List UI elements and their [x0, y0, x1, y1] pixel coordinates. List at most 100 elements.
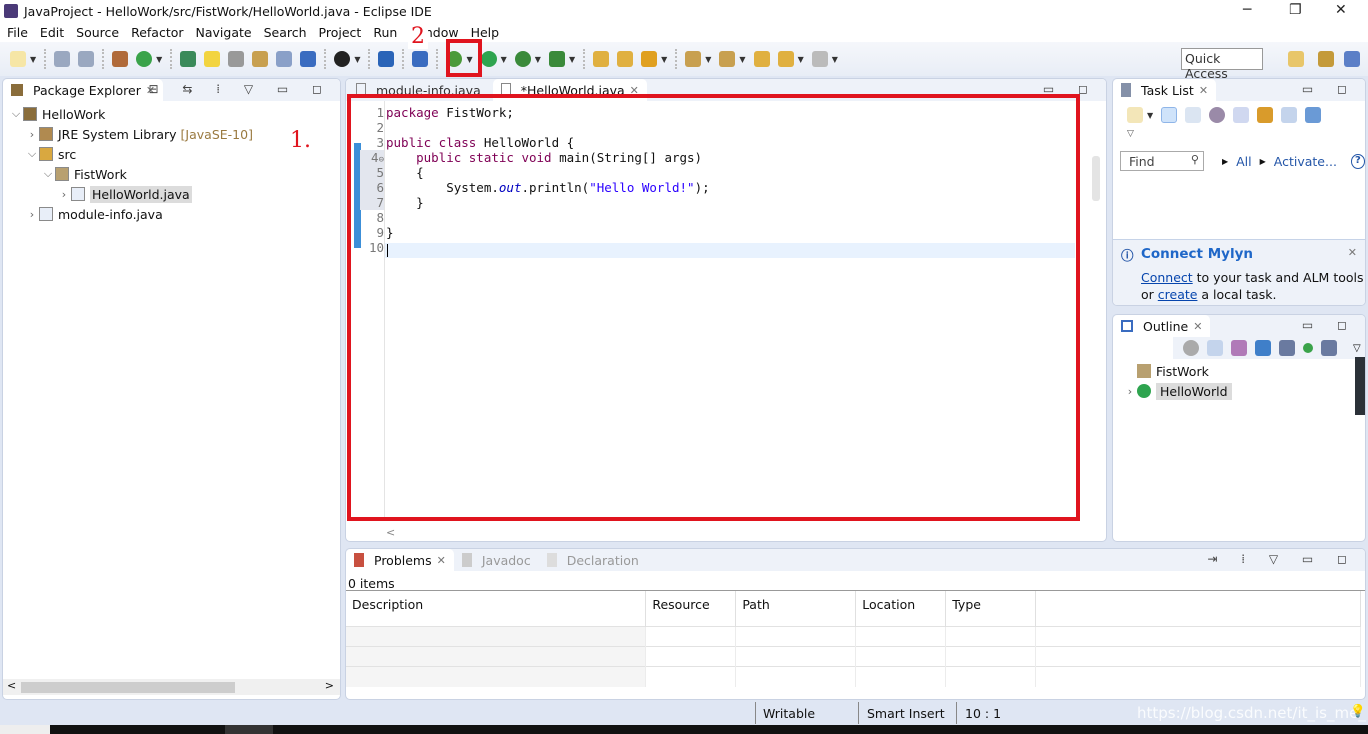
external-tools-icon[interactable]	[548, 51, 565, 67]
synchronize-icon[interactable]	[1305, 107, 1322, 123]
close-banner-icon[interactable]: ✕	[1348, 246, 1357, 259]
launch-icon[interactable]	[641, 51, 658, 67]
new-package-icon[interactable]	[112, 51, 129, 67]
tab-javadoc[interactable]: Javadoc	[454, 549, 539, 571]
coverage-icon[interactable]	[514, 51, 531, 67]
tab-declaration[interactable]: Declaration	[539, 549, 647, 571]
java-ee-perspective-icon[interactable]	[1318, 51, 1334, 67]
close-icon[interactable]: ✕	[437, 554, 446, 567]
view-menu-icon[interactable]: ▽	[1113, 129, 1365, 149]
tab-task-list[interactable]: Task List ✕	[1113, 79, 1217, 101]
tree-item[interactable]: ⌵ HelloWork	[9, 104, 340, 124]
outline-item[interactable]: › HelloWorld	[1123, 381, 1365, 401]
dropdown-arrow-icon[interactable]: ▼	[501, 55, 507, 64]
column-header[interactable]: Description	[346, 591, 647, 627]
focus-icon[interactable]	[1209, 107, 1226, 123]
toggle-breadcrumb-icon[interactable]	[228, 51, 245, 67]
tab-problems[interactable]: Problems ✕	[346, 549, 454, 571]
tab-outline[interactable]: Outline ✕	[1113, 315, 1211, 337]
horizontal-scrollbar[interactable]: < >	[3, 679, 340, 695]
column-header[interactable]: Location	[855, 591, 947, 627]
collapse-all-icon[interactable]	[1281, 107, 1298, 123]
pilcrow-icon[interactable]	[300, 51, 317, 67]
chevron-down-icon[interactable]: ⌵	[9, 107, 23, 121]
hide-non-public-icon[interactable]	[1303, 343, 1313, 353]
overview-scrollbar[interactable]	[1355, 357, 1365, 415]
new-class-icon[interactable]	[136, 51, 153, 67]
chevron-down-icon[interactable]: ⌵	[25, 147, 39, 161]
next-annotation-icon[interactable]	[252, 51, 269, 67]
tree-item[interactable]: › HelloWorld.java	[9, 184, 340, 204]
menu-run[interactable]: Run	[373, 25, 397, 40]
save-icon[interactable]	[54, 51, 71, 67]
view-menu-icon[interactable]: ▽	[1353, 343, 1361, 354]
prev-edit-icon[interactable]	[719, 51, 736, 67]
activate-task-link[interactable]: Activate...	[1274, 154, 1337, 169]
dropdown-arrow-icon[interactable]: ▼	[798, 55, 804, 64]
find-task-input[interactable]: Find ⚲	[1120, 151, 1204, 171]
column-header[interactable]	[1035, 591, 1361, 627]
dropdown-arrow-icon[interactable]: ▼	[354, 55, 360, 64]
run-icon[interactable]	[480, 51, 497, 67]
hide-local-types-icon[interactable]	[1321, 340, 1337, 356]
dropdown-arrow-icon[interactable]: ▼	[739, 55, 745, 64]
categorized-icon[interactable]	[1161, 107, 1178, 123]
close-icon[interactable]: ✕	[1193, 320, 1202, 333]
toggle-mark-occurrences-icon[interactable]	[204, 51, 221, 67]
column-header[interactable]: Resource	[645, 591, 737, 627]
dropdown-arrow-icon[interactable]: ▼	[661, 55, 667, 64]
view-controls[interactable]: ⊟ ⇆ ⁞ ▽ ▭ ◻	[148, 82, 332, 96]
chevron-right-icon[interactable]: ›	[25, 128, 39, 141]
show-whitespace-icon[interactable]	[276, 51, 293, 67]
dropdown-arrow-icon[interactable]: ▼	[832, 55, 838, 64]
open-type-icon[interactable]	[180, 51, 197, 67]
chevron-right-icon[interactable]: ›	[57, 188, 71, 201]
new-icon[interactable]	[10, 51, 26, 67]
dropdown-arrow-icon[interactable]: ▼	[156, 55, 162, 64]
scheduled-icon[interactable]	[1185, 107, 1202, 123]
vertical-scrollbar[interactable]	[1092, 156, 1100, 201]
last-edit-icon[interactable]	[753, 51, 770, 67]
menu-project[interactable]: Project	[319, 25, 362, 40]
tree-item[interactable]: › module-info.java	[9, 204, 340, 224]
profile-icon[interactable]	[334, 51, 351, 67]
menu-search[interactable]: Search	[264, 25, 307, 40]
connect-link[interactable]: Connect	[1141, 270, 1193, 285]
chevron-down-icon[interactable]: ⌵	[41, 167, 55, 181]
view-controls[interactable]: ▭ ◻	[1302, 318, 1357, 332]
hide-static-icon[interactable]	[1279, 340, 1295, 356]
hide-completed-icon[interactable]	[1233, 107, 1250, 123]
close-button[interactable]: ✕	[1335, 2, 1347, 18]
outline-item[interactable]: FistWork	[1123, 361, 1365, 381]
column-header[interactable]: Path	[735, 591, 857, 627]
open-folder-icon[interactable]	[593, 51, 610, 67]
sort-icon[interactable]	[1231, 340, 1247, 356]
dropdown-arrow-icon[interactable]: ▼	[569, 55, 575, 64]
help-icon[interactable]: ?	[1350, 153, 1365, 169]
restore-button[interactable]: ❐	[1289, 2, 1302, 18]
quick-access-input[interactable]: Quick Access	[1181, 48, 1263, 81]
close-icon[interactable]: ✕	[1199, 84, 1208, 97]
all-filter-link[interactable]: All	[1236, 154, 1252, 169]
chevron-right-icon[interactable]: ›	[25, 208, 39, 221]
menu-file[interactable]: File	[7, 25, 28, 40]
menu-navigate[interactable]: Navigate	[196, 25, 252, 40]
scrollbar-thumb[interactable]	[21, 682, 235, 693]
scroll-left-icon[interactable]: <	[386, 526, 395, 539]
column-header[interactable]: Type	[945, 591, 1037, 627]
minimize-button[interactable]: ─	[1243, 2, 1251, 18]
java-perspective-icon[interactable]	[1344, 51, 1360, 67]
forward-icon[interactable]	[811, 51, 828, 67]
collapse-all-icon[interactable]	[1207, 340, 1223, 356]
dropdown-arrow-icon[interactable]: ▼	[705, 55, 711, 64]
focus-icon[interactable]	[1183, 340, 1199, 356]
menu-refactor[interactable]: Refactor	[131, 25, 183, 40]
new-task-icon[interactable]	[1127, 107, 1143, 123]
menu-help[interactable]: Help	[471, 25, 500, 40]
skip-breakpoints-icon[interactable]	[412, 51, 429, 67]
hide-fields-icon[interactable]	[1255, 340, 1271, 356]
dropdown-arrow-icon[interactable]: ▼	[535, 55, 541, 64]
open-perspective-icon[interactable]	[1288, 51, 1304, 67]
tab-package-explorer[interactable]: Package Explorer ✕	[3, 79, 164, 101]
tree-item[interactable]: ⌵ FistWork	[9, 164, 340, 184]
